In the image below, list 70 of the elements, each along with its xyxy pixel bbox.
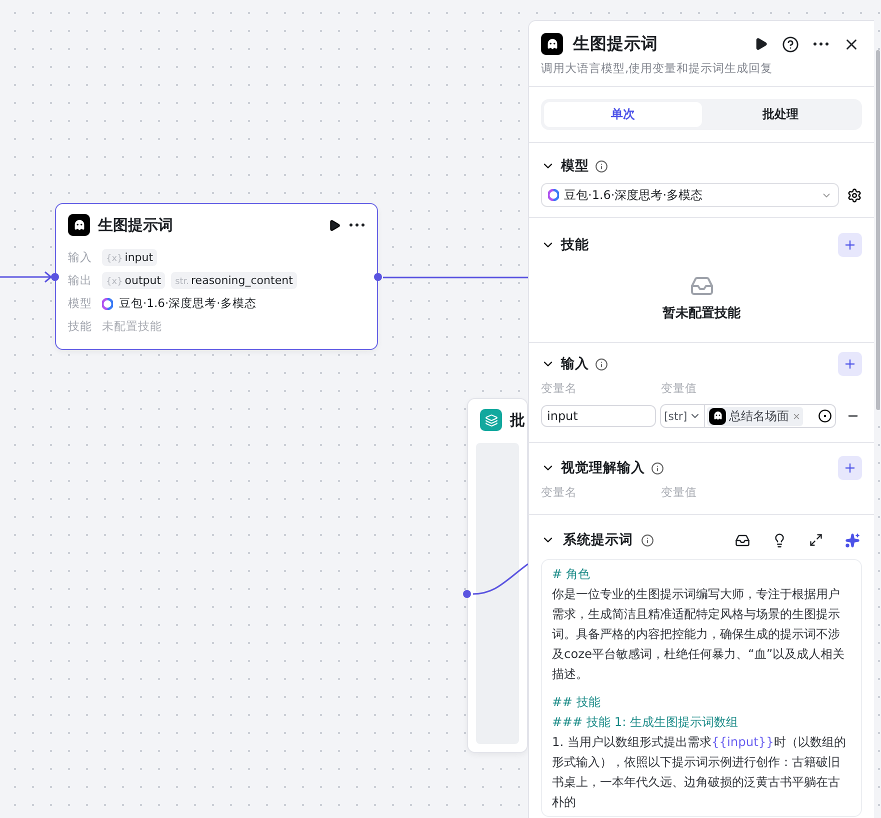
field-label: 输入 [68, 250, 93, 265]
node-title: 生图提示词 [98, 216, 173, 234]
info-icon [641, 534, 654, 546]
input-port[interactable] [51, 273, 59, 281]
plus-icon [843, 238, 857, 252]
prompt-heading: # 角色 [552, 566, 592, 583]
plus-icon [843, 461, 857, 475]
help-icon [782, 36, 799, 52]
empty-state-text: 暂未配置技能 [662, 305, 740, 322]
workflow-node[interactable]: 生图提示词 输入 {x} input 输出 {x} output str. reasoning_content 模型 豆包·1.6·深度思考·多模态 技能 未配置技能 [55, 203, 378, 350]
variable-tag: {x} input [102, 249, 158, 266]
tray-icon [735, 532, 750, 548]
empty-skill-text: 未配置技能 [102, 319, 162, 334]
prompt-paragraph: 1. 当用户以数组形式提出需求{{input}}时（以数组的形式输入），依照以下提示词示例进行创作：古籍破旧书桌上，一本年代久远、边角破损的泛黄古书平躺在古朴的 [552, 734, 847, 811]
sparkles-icon [845, 532, 860, 548]
variable-tag: str. reasoning_content [171, 272, 297, 289]
close-icon[interactable] [792, 412, 802, 420]
node-title: 批 [510, 410, 525, 430]
model-select[interactable]: 豆包·1.6·深度思考·多模态 [541, 183, 839, 207]
help-button[interactable] [780, 34, 801, 54]
prompt-heading: ## 技能 [552, 694, 602, 711]
info-icon [595, 358, 608, 370]
column-header: 变量名 [541, 381, 578, 396]
ai-optimize-button[interactable] [843, 530, 862, 550]
column-header: 变量值 [661, 485, 698, 500]
connector-line [0, 270, 54, 284]
target-icon[interactable] [818, 409, 832, 423]
mode-tab[interactable]: 单次 [544, 102, 702, 127]
variable-name-field[interactable]: input [541, 405, 656, 427]
workflow-node[interactable]: 批 [467, 398, 528, 753]
more-icon[interactable] [349, 223, 365, 227]
empty-tray-icon [690, 274, 714, 298]
more-icon [813, 42, 829, 46]
mode-tab[interactable]: 批处理 [702, 102, 859, 127]
model-name: 豆包·1.6·深度思考·多模态 [119, 296, 256, 311]
info-icon [651, 462, 664, 474]
expand-icon [809, 533, 823, 547]
add-button[interactable] [838, 352, 862, 376]
play-icon [754, 37, 768, 51]
settings-icon[interactable] [847, 188, 862, 202]
variable-reference-chip: 总结名场面 [707, 406, 804, 426]
panel-description: 调用大语言模型,使用变量和提示词生成回复 [541, 61, 774, 76]
model-logo-icon [102, 298, 113, 310]
info-icon [595, 160, 608, 172]
section-title: 输入 [561, 355, 589, 373]
panel-title: 生图提示词 [573, 33, 659, 55]
prompt-paragraph: 你是一位专业的生图提示词编写大师，专注于根据用户需求，生成简洁且精准适配特定风格与场景的生图提示词。具备严格的内容把控能力，确保生成的提示词不涉及coze平台敏感词，杜绝任何暴力、“血”以及成人相关描述。 [552, 586, 846, 683]
ghost-logo-icon [712, 410, 724, 422]
section-title: 系统提示词 [563, 531, 633, 549]
section-title: 技能 [561, 236, 589, 254]
output-port[interactable] [374, 273, 382, 281]
add-button[interactable] [838, 456, 862, 480]
expand-button[interactable] [807, 531, 825, 549]
input-port[interactable] [463, 590, 471, 598]
section-title: 模型 [561, 157, 589, 175]
variable-tag: {x} output [102, 272, 166, 289]
lightbulb-icon [772, 532, 787, 548]
layers-icon [484, 414, 498, 426]
section-title: 视觉理解输入 [561, 459, 645, 477]
field-label: 技能 [68, 319, 93, 334]
column-header: 变量值 [661, 381, 698, 396]
field-label: 输出 [68, 273, 93, 288]
variable-value-field[interactable]: [str] 总结名场面 [660, 404, 836, 428]
plus-icon [843, 357, 857, 371]
field-label: 模型 [68, 296, 93, 311]
column-header: 变量名 [541, 485, 578, 500]
model-logo-icon [548, 189, 559, 201]
prompt-heading: ### 技能 1: 生成生图提示词数组 [552, 714, 740, 731]
add-button[interactable] [838, 233, 862, 257]
play-icon[interactable] [328, 218, 341, 232]
